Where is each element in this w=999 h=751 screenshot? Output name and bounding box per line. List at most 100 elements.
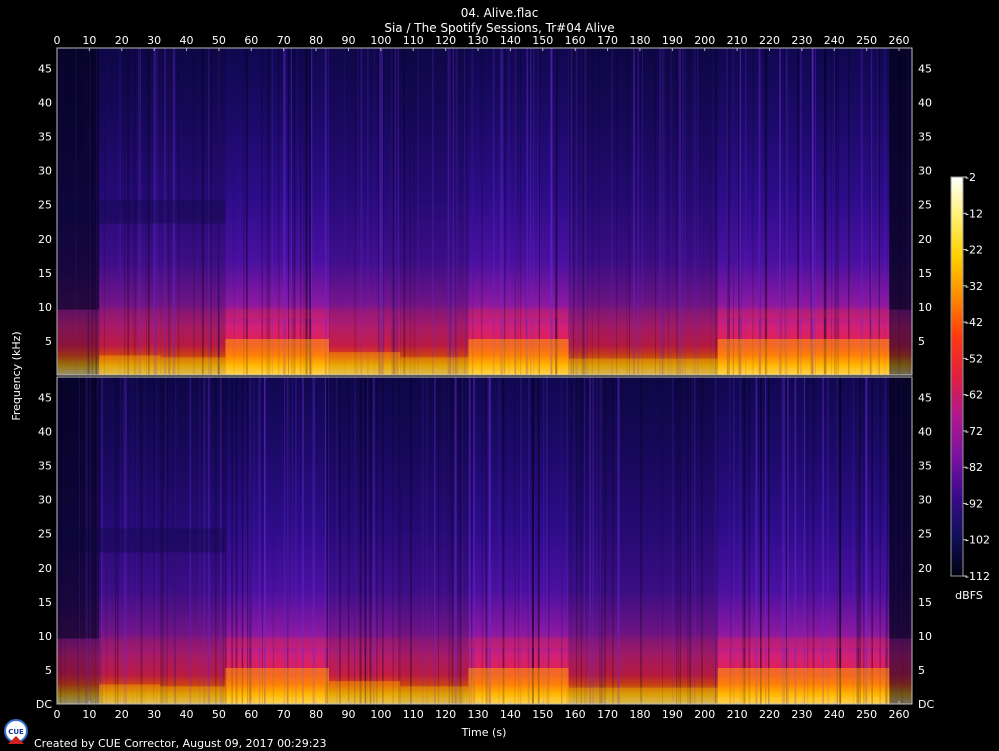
spectrogram-striation bbox=[290, 48, 292, 375]
spectrogram-striation bbox=[898, 48, 900, 375]
spectrogram-striation bbox=[397, 48, 399, 375]
y-tick-label-right: 45 bbox=[918, 391, 932, 404]
spectrogram-mid-band bbox=[717, 637, 890, 648]
x-tick-label-top: 260 bbox=[889, 34, 910, 47]
spectrogram-striation bbox=[803, 377, 806, 704]
spectrogram-striation bbox=[451, 377, 454, 704]
x-tick-label-top: 190 bbox=[662, 34, 683, 47]
spectrogram-striation bbox=[570, 48, 573, 375]
spectrogram-striation bbox=[303, 48, 305, 375]
spectrogram-striation bbox=[640, 377, 643, 704]
x-tick-label-bottom: 20 bbox=[115, 708, 129, 721]
spectrogram-striation bbox=[787, 377, 789, 704]
spectrogram-striation bbox=[616, 48, 618, 375]
spectrogram-striation bbox=[739, 48, 742, 375]
spectrogram-striation bbox=[871, 377, 873, 704]
y-tick-label-left: 25 bbox=[38, 528, 52, 541]
spectrogram-striation bbox=[676, 377, 678, 704]
colorbar-tick-label: -2 bbox=[965, 171, 976, 184]
y-tick-label-left: 40 bbox=[38, 97, 52, 110]
y-tick-label-left: 10 bbox=[38, 630, 52, 643]
spectrogram-bass-band bbox=[225, 339, 330, 375]
x-tick-label-bottom: 220 bbox=[759, 708, 780, 721]
y-tick-label-left: 5 bbox=[45, 335, 52, 348]
spectrogram-striation bbox=[379, 48, 380, 375]
y-tick-label-left: 40 bbox=[38, 426, 52, 439]
spectrogram-striation bbox=[738, 48, 740, 375]
spectrogram-striation bbox=[712, 48, 714, 375]
spectrogram-striation bbox=[555, 48, 557, 375]
spectrogram-striation bbox=[473, 377, 476, 704]
spectrogram-striation bbox=[410, 377, 412, 704]
spectrogram-striation bbox=[836, 377, 838, 704]
spectrogram-striation bbox=[292, 48, 294, 375]
spectrogram-bass-band bbox=[400, 357, 469, 375]
spectrogram-striation bbox=[367, 377, 368, 704]
spectrogram-striation bbox=[354, 48, 357, 375]
spectrogram-bass-band bbox=[468, 668, 569, 704]
spectrogram-striation bbox=[550, 48, 552, 375]
spectrogram-striation bbox=[573, 377, 575, 704]
spectrogram-striation bbox=[586, 48, 588, 375]
spectrogram-striation bbox=[642, 48, 643, 375]
spectrogram-striation bbox=[548, 377, 550, 704]
spectrogram-striation bbox=[487, 377, 489, 704]
spectrogram-striation bbox=[426, 377, 428, 704]
spectrogram-striation bbox=[676, 48, 678, 375]
colorbar-tick-label: -42 bbox=[965, 316, 983, 329]
spectrogram-striation bbox=[733, 377, 735, 704]
spectrogram-striation bbox=[878, 48, 880, 375]
x-tick-label-top: 40 bbox=[180, 34, 194, 47]
spectrogram-striation bbox=[815, 48, 816, 375]
colorbar-tick-label: -52 bbox=[965, 352, 983, 365]
spectrogram-bass-band bbox=[99, 684, 161, 704]
spectrogram-striation bbox=[693, 48, 694, 375]
svg-text:CUE: CUE bbox=[8, 728, 24, 736]
spectrogram-striation bbox=[268, 48, 271, 375]
spectrogram-striation bbox=[860, 48, 863, 375]
x-tick-label-bottom: 160 bbox=[565, 708, 586, 721]
x-tick-label-top: 30 bbox=[147, 34, 161, 47]
spectrogram-striation bbox=[679, 48, 682, 375]
spectrogram-segment bbox=[225, 48, 330, 375]
y-tick-label-right: 15 bbox=[918, 267, 932, 280]
spectrogram-striation bbox=[908, 48, 910, 375]
spectrogram-striation bbox=[382, 48, 385, 375]
spectrogram-striation bbox=[488, 377, 491, 704]
spectrogram-striation bbox=[514, 48, 517, 375]
spectrogram-mid-band bbox=[99, 637, 161, 648]
spectrogram-striation bbox=[271, 48, 273, 375]
spectrogram-striation bbox=[869, 48, 871, 375]
cue-corrector-logo-icon: CUE bbox=[4, 719, 28, 744]
spectrogram-striation bbox=[785, 48, 788, 375]
spectrogram-striation bbox=[493, 48, 495, 375]
spectrogram-striation bbox=[876, 48, 879, 375]
spectrogram-striation bbox=[811, 48, 814, 375]
spectrogram-striation bbox=[908, 377, 911, 704]
spectrogram-striation bbox=[480, 48, 483, 375]
spectrogram-striation bbox=[605, 377, 607, 704]
spectrogram-striation bbox=[831, 48, 832, 375]
spectrogram-striation bbox=[838, 48, 839, 375]
spectrogram-striation bbox=[309, 48, 311, 375]
spectrogram-striation bbox=[295, 377, 297, 704]
spectrogram-striation bbox=[300, 48, 302, 375]
spectrogram-striation bbox=[235, 377, 238, 704]
spectrogram-striation bbox=[715, 48, 717, 375]
y-tick-label-left: 5 bbox=[45, 664, 52, 677]
y-tick-label-left: 20 bbox=[38, 562, 52, 575]
y-tick-label-left: 25 bbox=[38, 199, 52, 212]
spectrogram-striation bbox=[584, 48, 586, 375]
y-axis-label: Frequency (kHz) bbox=[10, 331, 23, 420]
x-tick-label-bottom: 50 bbox=[212, 708, 226, 721]
spectrogram-striation bbox=[784, 48, 786, 375]
spectrogram-striation bbox=[575, 48, 578, 375]
spectrogram-striation bbox=[834, 48, 835, 375]
spectrogram-striation bbox=[752, 48, 754, 375]
y-tick-label-left: DC bbox=[36, 698, 52, 711]
spectrogram-striation bbox=[537, 377, 540, 704]
spectrogram-striation bbox=[272, 377, 274, 704]
x-tick-label-bottom: 260 bbox=[889, 708, 910, 721]
spectrogram-striation bbox=[848, 48, 850, 375]
spectrogram-striation bbox=[672, 377, 674, 704]
